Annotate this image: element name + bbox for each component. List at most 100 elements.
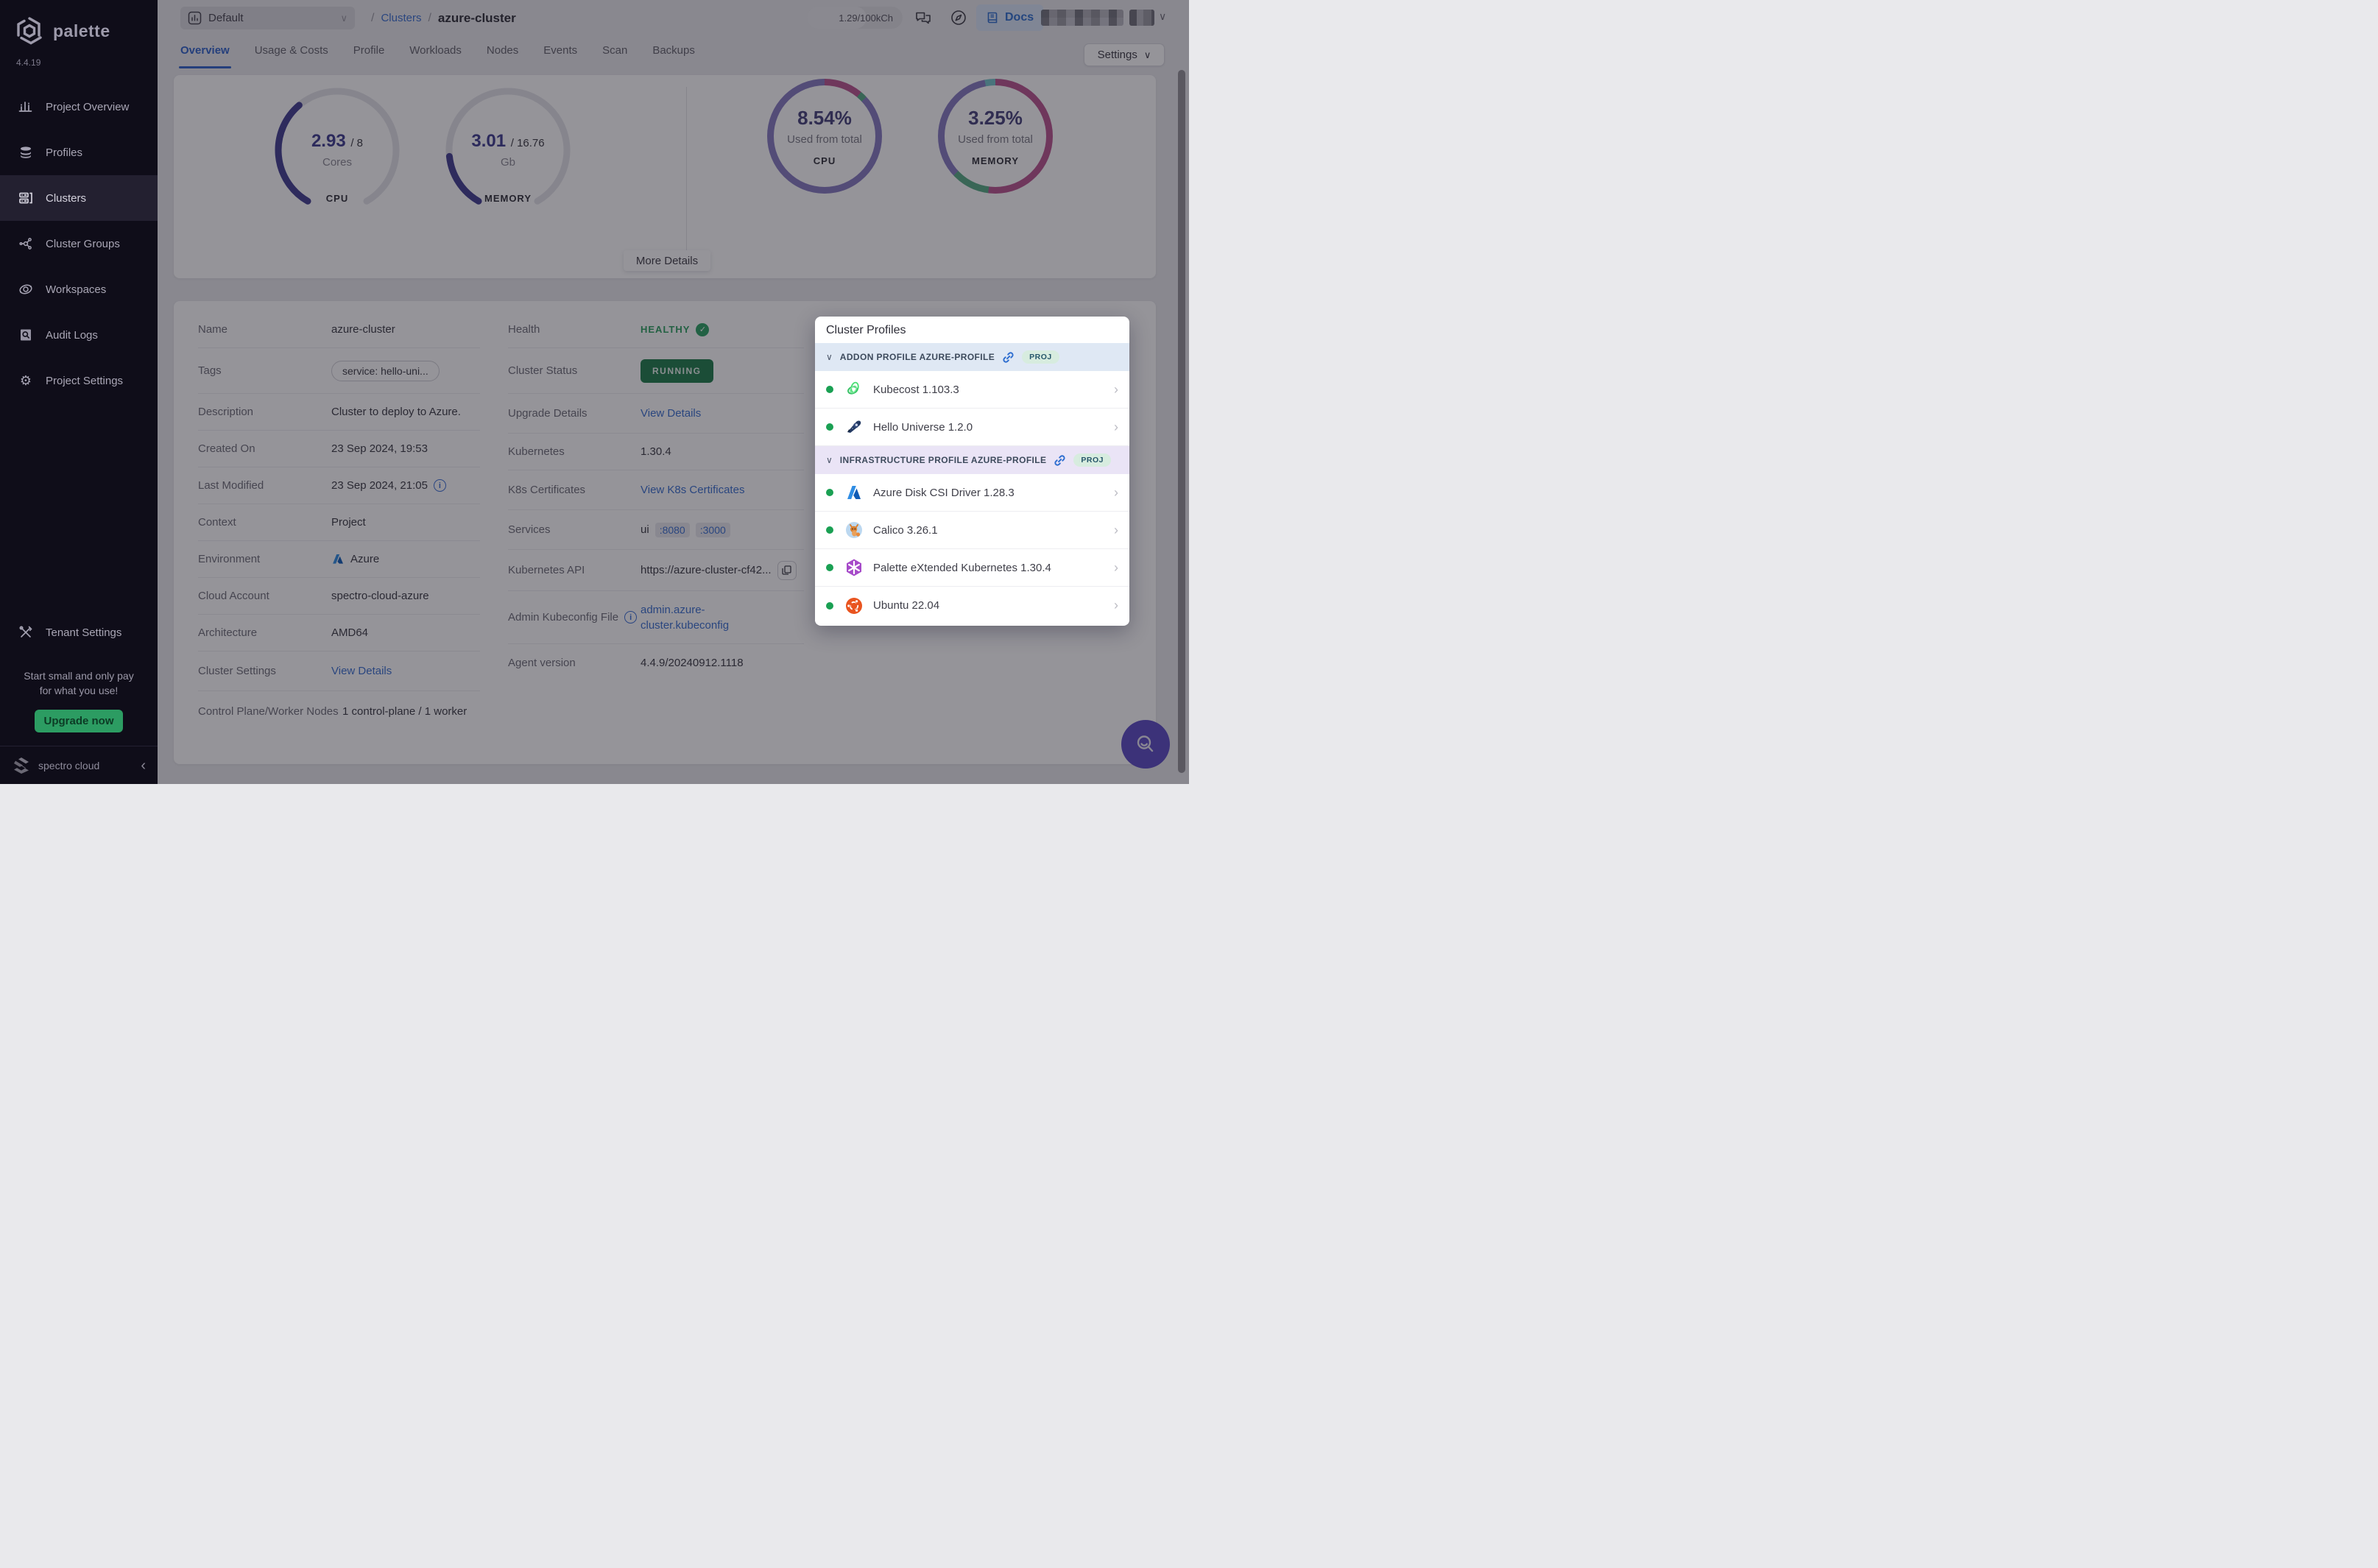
sidebar-item-audit-logs[interactable]: Audit Logs: [0, 312, 158, 358]
profile-layer-palette-k8s[interactable]: Palette eXtended Kubernetes 1.30.4 ›: [815, 549, 1129, 587]
profile-layer-hello-universe[interactable]: Hello Universe 1.2.0 ›: [815, 409, 1129, 446]
tab-scan[interactable]: Scan: [602, 44, 627, 68]
profile-layer-ubuntu[interactable]: Ubuntu 22.04 ›: [815, 587, 1129, 624]
profile-layer-azure-csi[interactable]: Azure Disk CSI Driver 1.28.3 ›: [815, 474, 1129, 512]
cpu-usage-donut: 8.54% Used from total CPU: [767, 79, 882, 194]
profile-layer-name: Kubecost 1.103.3: [873, 384, 1114, 396]
detail-row-upgrade-details: Upgrade Details View Details: [508, 394, 804, 434]
view-details-link[interactable]: View Details: [331, 665, 392, 677]
cpu-unit: Cores: [272, 156, 402, 169]
sidebar-item-label: Workspaces: [46, 283, 106, 296]
sidebar-item-label: Audit Logs: [46, 329, 98, 342]
detail-row-description: Description Cluster to deploy to Azure.: [198, 394, 480, 431]
tab-nodes[interactable]: Nodes: [487, 44, 518, 68]
profile-layer-calico[interactable]: Calico 3.26.1 ›: [815, 512, 1129, 549]
azure-icon: [844, 483, 864, 502]
tag-pill[interactable]: service: hello-uni...: [331, 361, 440, 381]
memory-unit: Gb: [443, 156, 573, 169]
link-icon: [1002, 351, 1015, 364]
info-icon[interactable]: i: [624, 611, 637, 624]
palette-app: palette 4.4.19 Project Overview Profiles: [0, 0, 1189, 784]
palette-logo-icon: [15, 16, 44, 46]
detail-row-tags: Tags service: hello-uni...: [198, 348, 480, 394]
cluster-profiles-popup: Cluster Profiles ∨ ADDON PROFILE AZURE-P…: [815, 317, 1129, 626]
service-port-link[interactable]: :3000: [696, 523, 730, 537]
kubeconfig-download-link[interactable]: admin.azure-cluster.kubeconfig: [641, 602, 751, 633]
sidebar-item-cluster-groups[interactable]: Cluster Groups: [0, 221, 158, 266]
user-menu-redacted[interactable]: [1129, 10, 1154, 26]
promo-line-2: for what you use!: [7, 683, 150, 698]
detail-row-services: Services ui :8080 :3000: [508, 510, 804, 550]
palette-k8s-icon: [844, 558, 864, 577]
copy-button[interactable]: [777, 561, 797, 580]
compass-button[interactable]: [947, 6, 970, 29]
network-icon: [18, 236, 34, 252]
addon-profile-section-header[interactable]: ∨ ADDON PROFILE AZURE-PROFILE PROJ: [815, 343, 1129, 371]
service-name: ui: [641, 523, 649, 536]
detail-row-k8s-certificates: K8s Certificates View K8s Certificates: [508, 470, 804, 510]
settings-button[interactable]: Settings ∨: [1084, 43, 1165, 66]
chat-button[interactable]: [911, 6, 935, 29]
sidebar-item-clusters[interactable]: Clusters: [0, 175, 158, 221]
tab-usage-costs[interactable]: Usage & Costs: [255, 44, 328, 68]
proj-scope-badge: PROJ: [1022, 350, 1059, 364]
clusters-icon: [18, 190, 34, 206]
breadcrumb: / Clusters / azure-cluster: [371, 7, 516, 29]
sidebar-item-project-settings[interactable]: ⚙ Project Settings: [0, 358, 158, 403]
docs-button[interactable]: Docs: [976, 4, 1043, 31]
detail-label: Services: [508, 523, 641, 536]
vertical-scrollbar[interactable]: [1178, 70, 1185, 773]
hello-universe-icon: [844, 417, 864, 437]
sidebar-item-profiles[interactable]: Profiles: [0, 130, 158, 175]
sidebar-item-project-overview[interactable]: Project Overview: [0, 84, 158, 130]
tab-overview[interactable]: Overview: [180, 44, 230, 68]
status-dot-green: [826, 423, 833, 431]
section-title: ADDON PROFILE AZURE-PROFILE: [840, 352, 995, 362]
spectro-cloud-label: spectro cloud: [38, 760, 133, 771]
project-selector[interactable]: Default ∨: [180, 7, 355, 29]
ubuntu-icon: [844, 596, 864, 615]
detail-label: Environment: [198, 553, 331, 565]
user-menu-redacted[interactable]: [1041, 10, 1123, 26]
tab-profile[interactable]: Profile: [353, 44, 385, 68]
view-details-link[interactable]: View Details: [641, 407, 701, 420]
detail-label: Kubernetes API: [508, 564, 641, 576]
memory-donut-label: MEMORY: [938, 155, 1053, 166]
breadcrumb-slash: /: [428, 12, 431, 25]
sidebar-collapse-icon[interactable]: ‹: [141, 758, 146, 773]
tab-backups[interactable]: Backups: [652, 44, 695, 68]
info-icon[interactable]: i: [434, 479, 446, 492]
view-k8s-certificates-link[interactable]: View K8s Certificates: [641, 484, 744, 496]
sidebar-item-tenant-settings[interactable]: Tenant Settings: [0, 610, 158, 655]
details-right-column: Health HEALTHY ✓ Cluster Status RUNNING …: [508, 311, 804, 681]
app-version: 4.4.19: [0, 50, 158, 68]
bar-chart-icon: [18, 99, 34, 115]
profile-layer-name: Calico 3.26.1: [873, 524, 1114, 537]
breadcrumb-clusters-link[interactable]: Clusters: [381, 12, 421, 24]
tab-events[interactable]: Events: [543, 44, 577, 68]
detail-row-kubernetes-api: Kubernetes API https://azure-cluster-cf4…: [508, 550, 804, 591]
cpu-gauge-label: CPU: [272, 193, 402, 204]
cpu-usage-caption: Used from total: [767, 133, 882, 146]
spectro-cloud-logo-icon: [12, 756, 31, 775]
search-fab-button[interactable]: [1121, 720, 1170, 769]
detail-value: 1.30.4: [641, 445, 804, 458]
upgrade-now-button[interactable]: Upgrade now: [35, 710, 123, 732]
settings-label: Settings: [1098, 49, 1137, 61]
profile-layer-kubecost[interactable]: Kubecost 1.103.3 ›: [815, 371, 1129, 409]
tab-workloads[interactable]: Workloads: [409, 44, 462, 68]
detail-row-nodes: Control Plane/Worker Nodes 1 control-pla…: [198, 691, 480, 731]
memory-usage-percent: 3.25%: [938, 107, 1053, 130]
infrastructure-profile-section-header[interactable]: ∨ INFRASTRUCTURE PROFILE AZURE-PROFILE P…: [815, 446, 1129, 474]
chevron-right-icon: ›: [1114, 560, 1118, 576]
sidebar-item-workspaces[interactable]: Workspaces: [0, 266, 158, 312]
detail-label: Cloud Account: [198, 590, 331, 602]
detail-value: azure-cluster: [331, 323, 480, 336]
memory-usage-donut: 3.25% Used from total MEMORY: [938, 79, 1053, 194]
more-details-button[interactable]: More Details: [624, 250, 710, 271]
service-port-link[interactable]: :8080: [655, 523, 690, 537]
brand-logo-row: palette: [0, 0, 158, 50]
user-menu-chevron-icon[interactable]: ∨: [1159, 10, 1166, 23]
detail-label: Admin Kubeconfig File: [508, 611, 618, 624]
docs-label: Docs: [1005, 11, 1034, 24]
